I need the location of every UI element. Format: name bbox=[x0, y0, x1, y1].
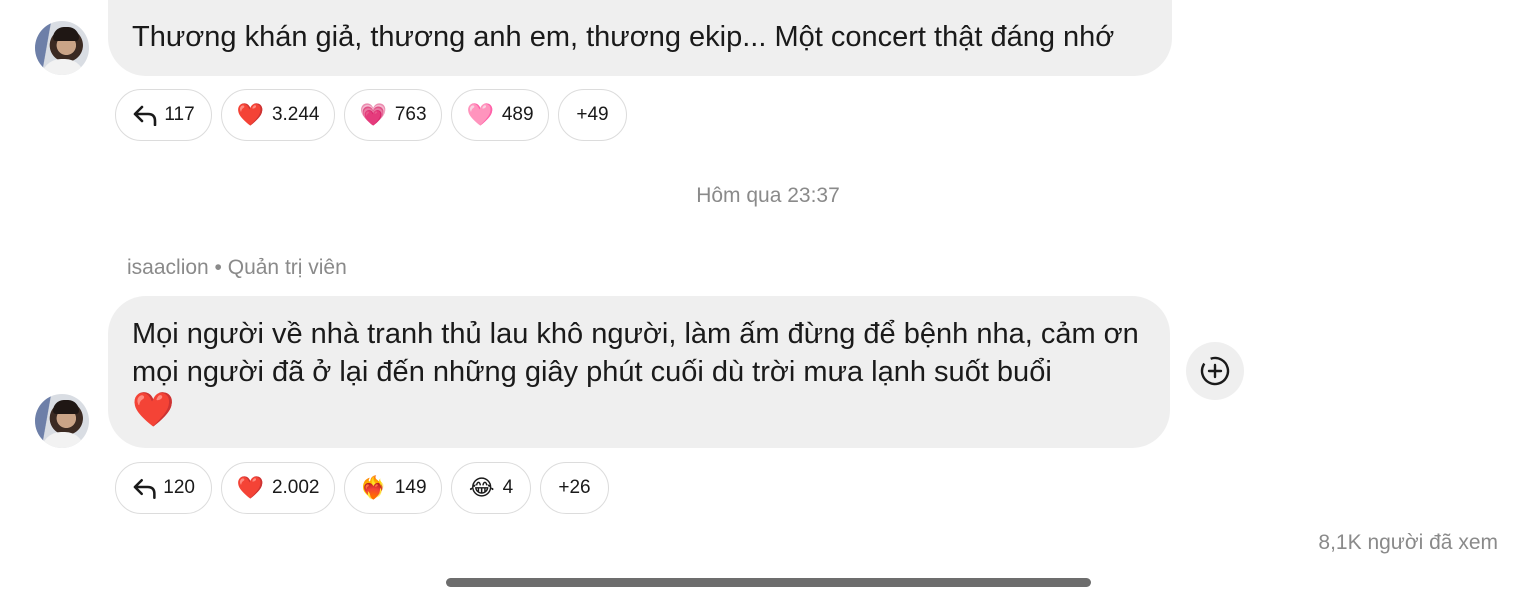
reaction-count: 489 bbox=[501, 104, 534, 125]
more-reactions-count: +49 bbox=[576, 104, 609, 125]
reaction-pill[interactable]: ❤️‍🔥 149 bbox=[344, 462, 442, 514]
reaction-row: 120 ❤️ 2.002 ❤️‍🔥 149 😂 4 +26 bbox=[115, 462, 609, 516]
reply-button[interactable]: 117 bbox=[115, 89, 212, 141]
reply-count: 117 bbox=[164, 104, 195, 125]
avatar[interactable] bbox=[35, 21, 89, 75]
reaction-pill[interactable]: ❤️ 2.002 bbox=[221, 462, 335, 514]
red-heart-icon: ❤️ bbox=[132, 391, 175, 429]
reaction-count: 763 bbox=[394, 104, 427, 125]
growing-heart-icon: 💗 bbox=[359, 102, 387, 127]
message-text: Thương khán giả, thương anh em, thương e… bbox=[132, 21, 1115, 53]
avatar[interactable] bbox=[35, 394, 89, 448]
message-bubble[interactable]: Mọi người về nhà tranh thủ lau khô người… bbox=[108, 296, 1170, 448]
message-bubble[interactable]: Thương khán giả, thương anh em, thương e… bbox=[108, 0, 1172, 76]
reaction-count: 149 bbox=[394, 477, 427, 498]
reply-button[interactable]: 120 bbox=[115, 462, 212, 514]
reply-icon bbox=[134, 105, 157, 126]
reaction-pill[interactable]: ❤️ 3.244 bbox=[221, 89, 335, 141]
avatar-hair bbox=[53, 400, 79, 414]
more-reactions-button[interactable]: +26 bbox=[540, 462, 609, 514]
more-reactions-button[interactable]: +49 bbox=[558, 89, 627, 141]
reply-icon bbox=[133, 478, 156, 499]
home-indicator[interactable] bbox=[446, 578, 1091, 587]
add-reaction-button[interactable] bbox=[1186, 342, 1244, 400]
timestamp: Hôm qua 23:37 bbox=[696, 184, 840, 207]
red-heart-icon: ❤️ bbox=[236, 475, 264, 500]
reaction-row: 117 ❤️ 3.244 💗 763 🩷 489 +49 bbox=[115, 89, 627, 143]
reaction-count: 3.244 bbox=[271, 104, 320, 125]
reaction-pill[interactable]: 🩷 489 bbox=[451, 89, 549, 141]
view-count: 8,1K người đã xem bbox=[1318, 531, 1498, 554]
avatar-hair bbox=[53, 27, 79, 41]
add-reaction-icon bbox=[1200, 356, 1230, 386]
sender-label: isaaclion • Quản trị viên bbox=[127, 256, 347, 279]
reply-count: 120 bbox=[163, 477, 195, 498]
red-heart-icon: ❤️ bbox=[236, 102, 264, 127]
reaction-count: 2.002 bbox=[271, 477, 320, 498]
reaction-pill[interactable]: 😂 4 bbox=[451, 462, 531, 514]
pink-heart-icon: 🩷 bbox=[466, 102, 494, 127]
more-reactions-count: +26 bbox=[558, 477, 591, 498]
tears-of-joy-icon: 😂 bbox=[468, 475, 495, 500]
reaction-pill[interactable]: 💗 763 bbox=[344, 89, 442, 141]
message-text: Mọi người về nhà tranh thủ lau khô người… bbox=[132, 318, 1139, 388]
reaction-count: 4 bbox=[502, 477, 514, 498]
heart-on-fire-icon: ❤️‍🔥 bbox=[359, 475, 387, 500]
